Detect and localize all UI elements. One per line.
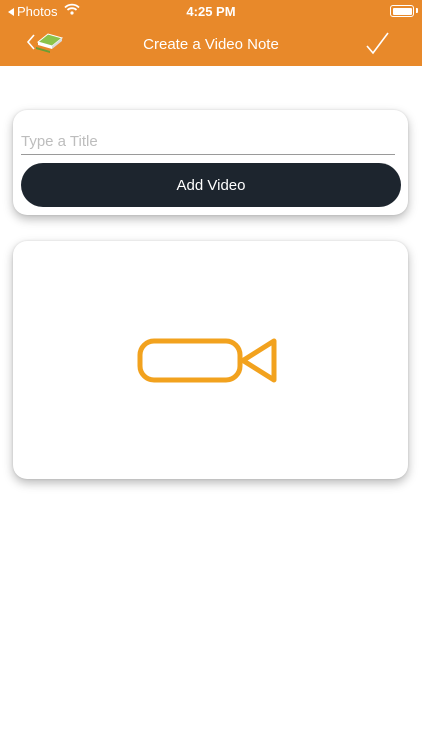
add-video-button[interactable]: Add Video (21, 163, 401, 207)
video-camera-icon (137, 338, 277, 383)
video-preview-card[interactable] (13, 241, 408, 479)
status-bar: Photos 4:25 PM (0, 0, 422, 22)
done-button[interactable] (364, 30, 392, 58)
app-header: Photos 4:25 PM Create a Video Note (0, 0, 422, 66)
battery-icon (390, 5, 414, 17)
title-input[interactable] (21, 128, 395, 155)
nav-bar: Create a Video Note (0, 22, 422, 66)
status-time: 4:25 PM (186, 4, 236, 19)
title-card: Add Video (13, 110, 408, 215)
battery-tip (416, 8, 418, 13)
checkmark-icon (366, 32, 389, 55)
nav-title: Create a Video Note (143, 36, 279, 53)
